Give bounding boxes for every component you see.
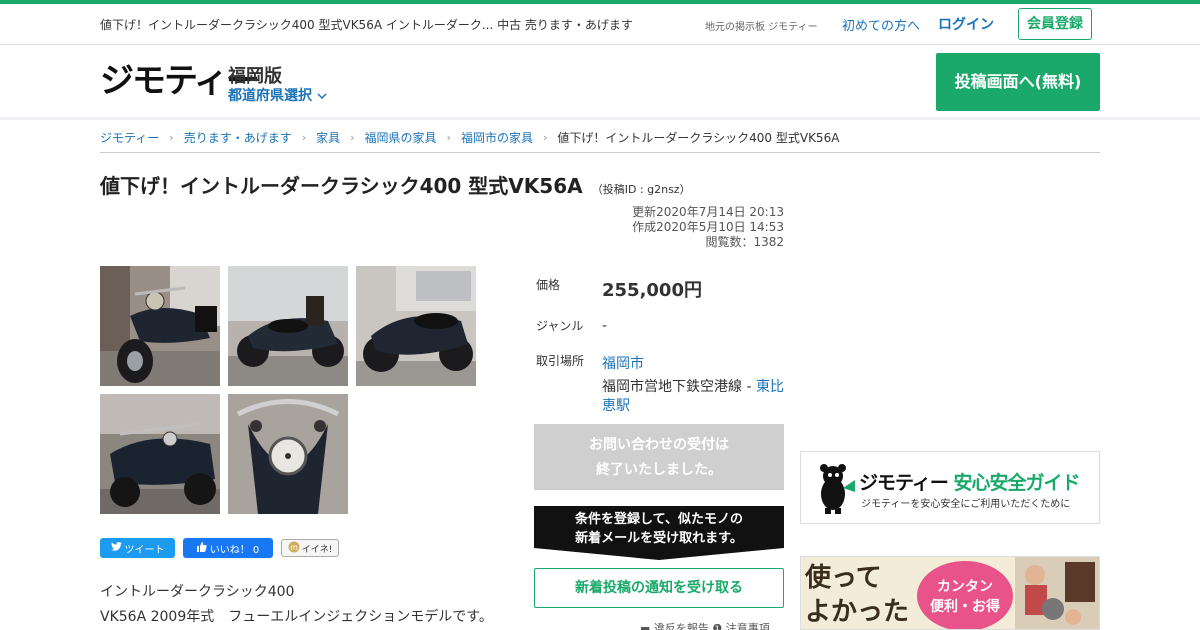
guide-brand: ジモティー <box>859 472 949 494</box>
breadcrumb-item[interactable]: ジモティー <box>100 129 159 146</box>
photo-thumbnail[interactable] <box>228 394 348 514</box>
twitter-bird-icon <box>110 542 122 554</box>
iine-label: イイネ! <box>301 544 333 555</box>
closed-line: お問い合わせの受付は <box>589 437 729 453</box>
price-value: 255,000円 <box>602 280 702 301</box>
breadcrumb-item[interactable]: 福岡県の家具 <box>365 129 437 146</box>
page-title-small: 値下げ！イントルーダークラシック400 型式VK56A イントルーダーク... … <box>100 18 633 32</box>
photo-thumbnail[interactable] <box>356 266 476 386</box>
ad-badge-line: カンタン <box>937 579 993 595</box>
mixi-iine-button[interactable]: m イイネ! <box>281 539 339 557</box>
breadcrumb-item[interactable]: 福岡市の家具 <box>461 129 533 146</box>
breadcrumb-separator-icon: › <box>301 131 307 144</box>
like-label: いいね！ 0 <box>209 544 260 556</box>
breadcrumb-item[interactable]: 家具 <box>316 129 340 146</box>
site-tagline: 地元の掲示板 ジモティー <box>705 22 818 33</box>
notes-link[interactable]: 注意事項 <box>726 622 770 630</box>
photo-thumbnail[interactable] <box>100 266 220 386</box>
banner-line: 新着メールを受け取れます。 <box>575 531 743 546</box>
updated-date: 更新2020年7月14日 20:13 <box>632 205 784 219</box>
login-link[interactable]: ログイン <box>938 14 994 34</box>
site-header: ジモティー 福岡版 都道府県選択 投稿画面へ(無料) <box>0 45 1200 120</box>
ad-photo <box>1015 557 1099 629</box>
register-button[interactable]: 会員登録 <box>1018 8 1092 40</box>
breadcrumb-separator-icon: › <box>350 131 355 144</box>
guide-title-text: 安心安全ガイド <box>953 472 1081 494</box>
breadcrumb-separator-icon: › <box>446 131 451 144</box>
report-link[interactable]: 違反を報告 <box>654 622 709 630</box>
breadcrumb-current: 値下げ！イントルーダークラシック400 型式VK56A <box>557 131 840 145</box>
photo-thumbnail[interactable] <box>100 394 220 514</box>
ad-line: よかった <box>805 597 910 627</box>
banner-line: 条件を登録して、似たモノの <box>575 512 743 527</box>
post-id: （投稿ID : g2nsz） <box>591 183 691 196</box>
description-line: VK56A 2009年式 フューエルインジェクションモデルです。 <box>100 609 493 625</box>
ad-badge-line: 便利・お得 <box>930 599 1000 615</box>
facebook-like-button[interactable]: いいね！ 0 <box>183 538 273 558</box>
inquiry-closed-notice: お問い合わせの受付は 終了いたしました。 <box>534 424 784 490</box>
prefecture-select[interactable]: 都道府県選択 <box>228 85 327 105</box>
price-label: 価格 <box>536 278 561 292</box>
place-label: 取引場所 <box>536 354 585 368</box>
top-bar: 値下げ！イントルーダークラシック400 型式VK56A イントルーダーク... … <box>0 4 1200 45</box>
description-line: イントルーダークラシック400 <box>100 584 295 600</box>
listing-meta: 更新2020年7月14日 20:13 作成2020年5月10日 14:53 閲覧… <box>560 205 784 250</box>
mixi-icon: m <box>288 541 300 556</box>
mascot-icon <box>815 462 855 518</box>
listing-description: イントルーダークラシック400 VK56A 2009年式 フューエルインジェクシ… <box>100 580 493 630</box>
place-city-link[interactable]: 福岡市 <box>602 353 644 373</box>
chevron-down-icon <box>317 88 327 104</box>
guide-subtitle: ジモティーを安心安全にご利用いただくために <box>861 499 1071 510</box>
listing-footer-links: ▬ 違反を報告 ❶ 注意事項 <box>640 620 770 630</box>
first-time-link[interactable]: 初めての方へ <box>842 15 920 34</box>
flag-icon: ▬ <box>640 622 651 630</box>
ad-badge: カンタン 便利・お得 <box>917 561 1013 629</box>
info-icon: ❶ <box>712 622 723 630</box>
tweet-label: ツイート <box>124 544 165 556</box>
place-line-text: 福岡市営地下鉄空港線 - <box>602 379 756 395</box>
photo-thumbnail[interactable] <box>228 266 348 386</box>
listing-title-row: 値下げ！イントルーダークラシック400 型式VK56A （投稿ID : g2ns… <box>100 170 691 199</box>
social-share-row: ツイート いいね！ 0 m イイネ! <box>100 538 339 558</box>
closed-line: 終了いたしました。 <box>596 462 722 478</box>
banner-text: 条件を登録して、似たモノの 新着メールを受け取れます。 <box>534 510 784 548</box>
ad-banner[interactable]: 使って よかった カンタン 便利・お得 <box>800 556 1100 630</box>
breadcrumb-item[interactable]: 売ります・あげます <box>184 129 292 146</box>
saved-search-banner[interactable]: 条件を登録して、似たモノの 新着メールを受け取れます。 <box>534 506 784 560</box>
breadcrumb-separator-icon: › <box>169 131 174 144</box>
safety-guide-banner[interactable]: ジモティー 安心安全ガイド ジモティーを安心安全にご利用いただくために <box>800 451 1100 524</box>
ad-headline: 使って よかった <box>805 561 909 629</box>
place-line: 福岡市営地下鉄空港線 - 東比恵駅 <box>602 378 784 416</box>
breadcrumb-separator-icon: › <box>542 131 548 144</box>
prefecture-select-label: 都道府県選択 <box>228 88 312 104</box>
created-date: 作成2020年5月10日 14:53 <box>632 220 784 234</box>
ad-line: 使って <box>805 563 882 593</box>
notify-new-posts-button[interactable]: 新着投稿の通知を受け取る <box>534 568 784 608</box>
thumbs-up-icon <box>196 541 207 555</box>
genre-label: ジャンル <box>536 319 584 333</box>
breadcrumb: ジモティー › 売ります・あげます › 家具 › 福岡県の家具 › 福岡市の家具… <box>100 123 1100 153</box>
view-count: 閲覧数：1382 <box>705 235 784 249</box>
guide-title: ジモティー 安心安全ガイド <box>859 468 1081 495</box>
svg-text:m: m <box>290 543 298 552</box>
listing-title: 値下げ！イントルーダークラシック400 型式VK56A <box>100 174 583 198</box>
genre-value: - <box>602 318 608 334</box>
post-listing-button[interactable]: 投稿画面へ(無料) <box>936 53 1100 111</box>
tweet-button[interactable]: ツイート <box>100 538 175 558</box>
